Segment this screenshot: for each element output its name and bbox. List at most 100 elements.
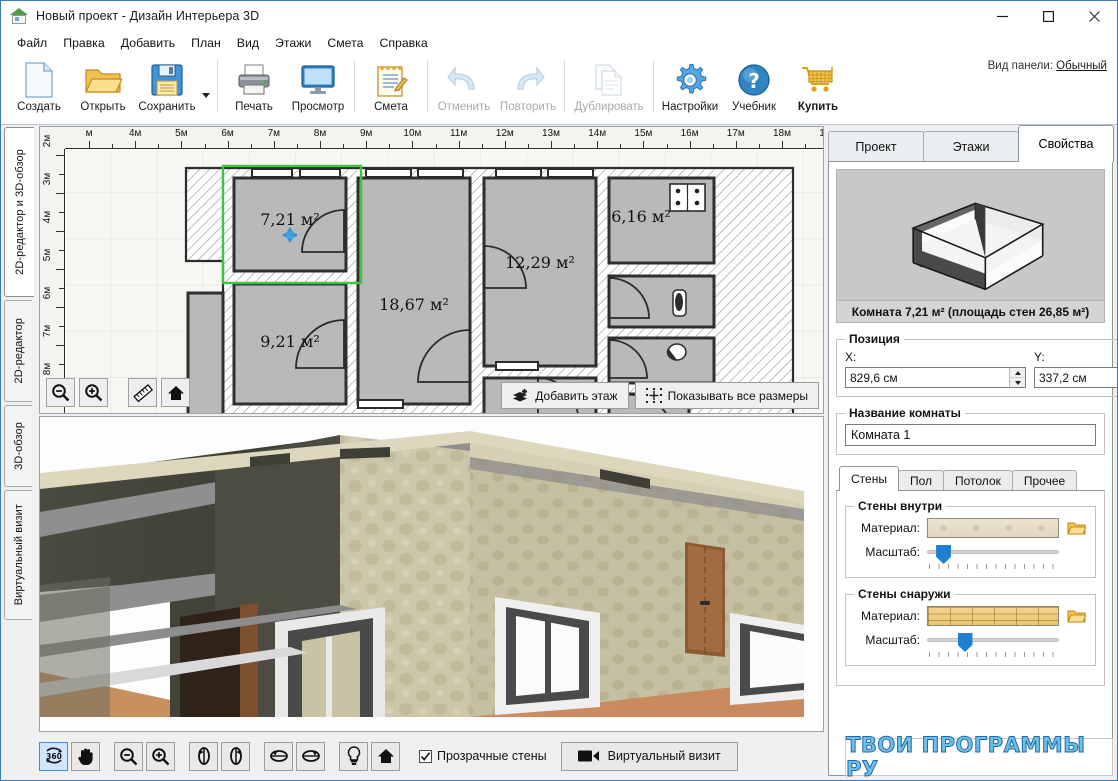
walls-inside-browse-button[interactable] — [1066, 519, 1087, 538]
surface-tab-other[interactable]: Прочее — [1011, 470, 1078, 491]
vtab-virtual-visit[interactable]: Виртуальный визит — [4, 490, 32, 620]
tab-project[interactable]: Проект — [828, 131, 924, 162]
plan-zoom-in-button[interactable] — [79, 378, 108, 407]
position-x-field: X: — [845, 350, 1026, 388]
walls-outside-scale-slider[interactable] — [927, 633, 1061, 657]
position-x-increment[interactable] — [1010, 368, 1025, 378]
position-x-decrement[interactable] — [1010, 378, 1025, 387]
help-question-icon: ? — [737, 60, 771, 100]
floor-plan-canvas[interactable]: 7,21 м² 18,67 м² 9,21 м² 12,29 м² 6,16 м… — [66, 150, 823, 413]
position-y-spinner[interactable] — [1034, 367, 1117, 388]
menu-item-help[interactable]: Справка — [371, 34, 435, 52]
vtab-3d-overview[interactable]: 3D-обзор — [4, 405, 32, 487]
zoom-in-icon — [152, 747, 170, 765]
rotate-left-button[interactable] — [189, 741, 218, 771]
ruler-h-tick-minor — [620, 144, 622, 149]
position-legend: Позиция — [849, 332, 900, 346]
position-x-spinner[interactable] — [845, 367, 1026, 388]
position-y-input[interactable] — [1035, 368, 1117, 387]
pan-button[interactable] — [71, 741, 100, 771]
duplicate-label: Дублировать — [574, 101, 644, 113]
save-project-button[interactable]: Сохранить — [135, 54, 199, 122]
floor-plan-panel: м 4м 5м 6м 7м 8м 9м 10м 11м 12м 13м 14м 15м 16м 17м 18м… — [39, 126, 824, 414]
tutorial-button[interactable]: ? Учебник — [722, 54, 786, 122]
ruler-v-label: 2м — [42, 134, 53, 148]
plan-zoom-out-button[interactable] — [46, 378, 75, 407]
menu-item-estimate[interactable]: Смета — [319, 34, 371, 52]
close-button[interactable] — [1071, 1, 1117, 32]
menu-item-edit[interactable]: Правка — [55, 34, 113, 52]
tab-floors[interactable]: Этажи — [923, 131, 1019, 162]
buy-button[interactable]: Купить — [786, 54, 850, 122]
vtab-2d-editor[interactable]: 2D-редактор — [4, 300, 32, 402]
estimate-button[interactable]: Смета — [359, 54, 423, 122]
view3d-home-button[interactable] — [371, 741, 400, 771]
tab-properties[interactable]: Свойства — [1018, 125, 1114, 162]
settings-button[interactable]: Настройки — [658, 54, 722, 122]
view3d-canvas[interactable] — [40, 417, 823, 731]
menu-item-file[interactable]: Файл — [9, 34, 55, 52]
transparent-walls-toggle[interactable]: Прозрачные стены — [419, 749, 547, 763]
lighting-button[interactable] — [339, 741, 368, 771]
plan-ruler-button[interactable] — [128, 378, 157, 407]
undo-button[interactable]: Отменить — [432, 54, 496, 122]
vtab-2d-editor-and-3d-overview[interactable]: 2D-редактор и 3D-обзор — [4, 127, 34, 297]
zoom-out-icon — [52, 384, 70, 402]
walls-inside-scale-slider[interactable] — [927, 545, 1061, 569]
show-all-sizes-button[interactable]: Показывать все размеры — [634, 382, 819, 409]
properties-panel-body: Комната 7,21 м² (площадь стен 26,85 м²) … — [828, 161, 1117, 776]
view3d-zoom-out-button[interactable] — [114, 741, 143, 771]
room-name-input[interactable] — [845, 424, 1096, 446]
new-document-icon — [22, 60, 56, 100]
transparent-walls-checkbox[interactable] — [419, 749, 432, 763]
walls-outside-browse-button[interactable] — [1066, 607, 1087, 626]
panel-view-value-link[interactable]: Обычный — [1056, 60, 1107, 72]
orbit-left-button[interactable] — [264, 741, 293, 771]
add-floor-icon — [513, 389, 528, 402]
save-dropdown-button[interactable] — [199, 54, 213, 122]
shopping-cart-icon — [800, 60, 836, 100]
walls-outside-material-swatch[interactable] — [927, 606, 1059, 626]
add-floor-button[interactable]: Добавить этаж — [501, 382, 629, 409]
minimize-button[interactable] — [979, 1, 1025, 32]
position-x-input[interactable] — [846, 368, 1009, 387]
room-area-label-4: 6,16 м² — [611, 207, 671, 226]
menu-item-view[interactable]: Вид — [229, 34, 267, 52]
ruler-v-tick — [56, 345, 64, 346]
save-floppy-icon — [150, 60, 184, 100]
app-logo-icon — [10, 7, 28, 25]
slider-thumb[interactable] — [936, 545, 952, 564]
rotate-360-button[interactable]: 360 — [39, 741, 68, 771]
preview-button[interactable]: Просмотр — [286, 54, 350, 122]
orbit-right-button[interactable] — [296, 741, 325, 771]
ruler-v-tick-minor — [59, 250, 64, 251]
surface-tab-ceiling[interactable]: Потолок — [943, 470, 1013, 491]
rotate-right-button[interactable] — [221, 741, 250, 771]
ruler-h-tick-minor — [805, 144, 807, 149]
virtual-visit-button[interactable]: Виртуальный визит — [560, 741, 738, 771]
maximize-button[interactable] — [1025, 1, 1071, 32]
menu-item-floors[interactable]: Этажи — [267, 34, 319, 52]
tab-properties-label: Свойства — [1038, 137, 1094, 151]
print-button[interactable]: Печать — [222, 54, 286, 122]
view3d-zoom-in-button[interactable] — [146, 741, 175, 771]
surface-tab-walls[interactable]: Стены — [839, 466, 899, 491]
zoom-in-icon — [85, 384, 103, 402]
watermark-text: ТВОИ ПРОГРАММЫ РУ — [846, 733, 1086, 781]
ruler-v-tick — [56, 307, 64, 308]
room-name-legend: Название комнаты — [849, 406, 961, 420]
walls-inside-material-swatch[interactable] — [927, 518, 1059, 538]
surface-tab-floor[interactable]: Пол — [897, 470, 944, 491]
menu-item-add[interactable]: Добавить — [113, 34, 183, 52]
ruler-h-tick — [227, 141, 229, 149]
new-project-button[interactable]: Создать — [7, 54, 71, 122]
slider-thumb[interactable] — [957, 633, 973, 652]
gear-icon — [672, 60, 708, 100]
open-project-button[interactable]: Открыть — [71, 54, 135, 122]
ruler-h-tick — [412, 141, 414, 149]
redo-button[interactable]: Повторить — [496, 54, 560, 122]
menu-item-plan[interactable]: План — [183, 34, 229, 52]
plan-home-button[interactable] — [161, 378, 190, 407]
surface-tab-walls-label: Стены — [851, 472, 887, 486]
duplicate-button[interactable]: Дублировать — [569, 54, 649, 122]
